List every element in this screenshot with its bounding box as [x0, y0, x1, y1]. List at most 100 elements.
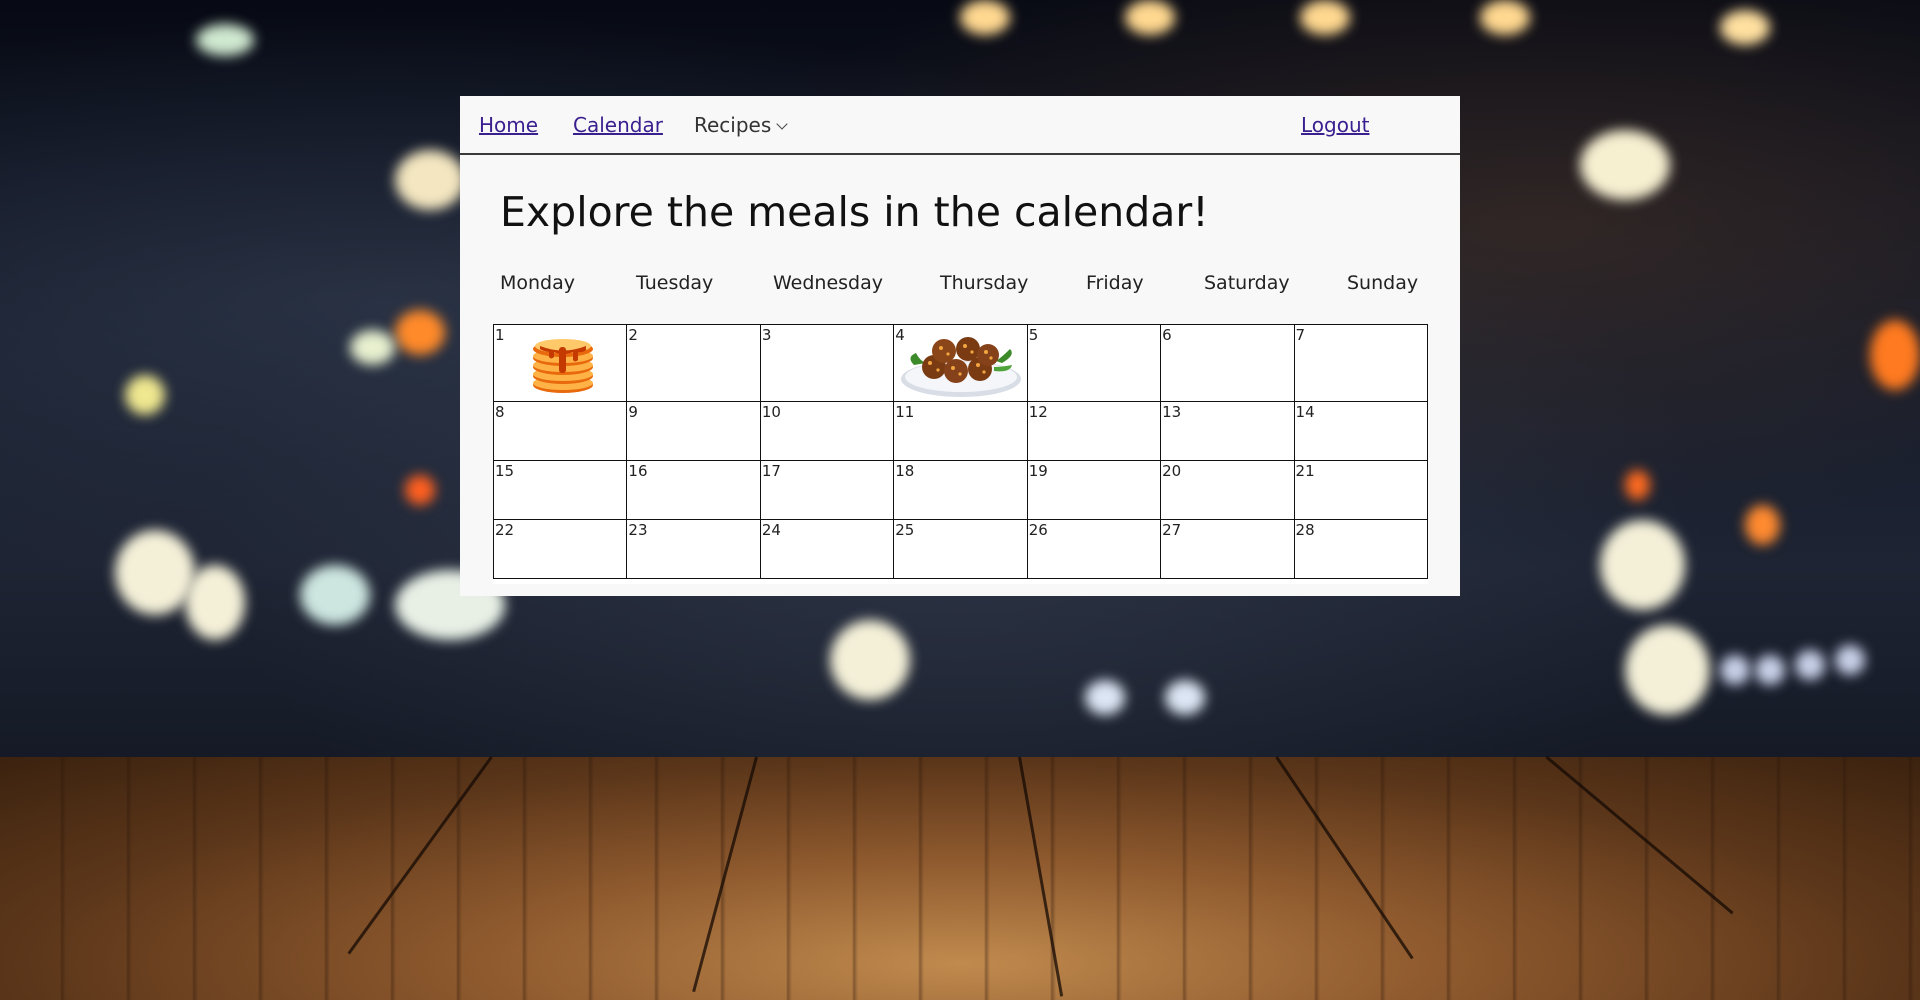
calendar-day-cell[interactable]: 16 — [626, 460, 761, 520]
calendar-day-cell[interactable]: 1 — [492, 324, 628, 402]
bokeh-light — [1625, 625, 1710, 715]
calendar-day-cell[interactable]: 3 — [759, 324, 895, 402]
bokeh-light — [830, 620, 910, 700]
bokeh-light — [1745, 505, 1780, 545]
day-number: 27 — [1162, 521, 1182, 539]
day-number: 26 — [1028, 521, 1048, 539]
calendar-day-cell[interactable]: 13 — [1160, 401, 1295, 461]
weekday-label: Thursday — [940, 272, 1029, 294]
day-number: 15 — [495, 462, 515, 480]
calendar-day-cell[interactable]: 21 — [1293, 460, 1429, 520]
bokeh-light — [1720, 655, 1750, 685]
calendar-day-cell[interactable]: 4 — [893, 324, 1028, 402]
calendar-day-cell[interactable]: 23 — [626, 519, 761, 579]
calendar-day-cell[interactable]: 18 — [893, 460, 1028, 520]
bokeh-light — [196, 24, 254, 56]
bokeh-light — [1580, 130, 1670, 200]
calendar-week-row: 1 2 3 4 5 6 7 — [492, 324, 1429, 402]
bokeh-light — [1480, 0, 1530, 35]
bokeh-light — [405, 475, 435, 505]
page-title: Explore the meals in the calendar! — [500, 188, 1209, 236]
weekday-label: Sunday — [1347, 272, 1419, 294]
day-number: 21 — [1295, 462, 1315, 480]
calendar-week-row: 15 16 17 18 19 20 21 — [492, 460, 1429, 520]
bokeh-light — [395, 150, 465, 210]
day-number: 3 — [761, 326, 772, 344]
nav-calendar-link[interactable]: Calendar — [573, 113, 663, 137]
bokeh-light — [350, 330, 395, 365]
bokeh-light — [1835, 645, 1865, 675]
calendar-week-row: 8 9 10 11 12 13 14 — [492, 401, 1429, 461]
nav-recipes-dropdown[interactable]: Recipes — [694, 113, 788, 137]
calendar-day-cell[interactable]: 11 — [893, 401, 1028, 461]
nav-recipes-label: Recipes — [694, 113, 772, 137]
bokeh-light — [1085, 680, 1125, 715]
day-number: 14 — [1295, 403, 1315, 421]
calendar-day-cell[interactable]: 20 — [1160, 460, 1295, 520]
day-number: 16 — [628, 462, 648, 480]
main-panel: Home Calendar Recipes Logout Explore the… — [460, 96, 1460, 596]
day-number: 25 — [895, 521, 915, 539]
day-number: 12 — [1028, 403, 1048, 421]
chevron-down-icon — [776, 118, 788, 130]
bokeh-light — [1125, 0, 1175, 35]
calendar-day-cell[interactable]: 9 — [626, 401, 761, 461]
day-number: 17 — [761, 462, 781, 480]
day-number: 9 — [628, 403, 638, 421]
wooden-table — [0, 757, 1920, 1000]
calendar-table: 1 2 3 4 5 6 7 8 9 10 11 12 13 14 15 16 1… — [492, 324, 1429, 579]
calendar-day-cell[interactable]: 14 — [1293, 401, 1429, 461]
day-number: 13 — [1162, 403, 1182, 421]
calendar-day-cell[interactable]: 2 — [626, 324, 761, 402]
weekday-label: Monday — [500, 272, 576, 294]
nav-logout-link[interactable]: Logout — [1301, 113, 1369, 137]
nav-home-link[interactable]: Home — [479, 113, 538, 137]
day-number: 1 — [495, 326, 505, 344]
bokeh-light — [1720, 10, 1770, 45]
weekday-label: Saturday — [1204, 272, 1290, 294]
bokeh-light — [1165, 680, 1205, 715]
calendar-day-cell[interactable]: 26 — [1026, 519, 1162, 579]
calendar-day-cell[interactable]: 7 — [1293, 324, 1429, 402]
bokeh-light — [115, 530, 195, 615]
weekday-label: Wednesday — [773, 272, 884, 294]
weekday-label: Friday — [1086, 272, 1144, 294]
bokeh-light — [1755, 655, 1785, 685]
calendar-day-cell[interactable]: 15 — [492, 460, 628, 520]
calendar-week-row: 22 23 24 25 26 27 28 — [492, 519, 1429, 579]
day-number: 24 — [761, 521, 781, 539]
calendar-day-cell[interactable]: 28 — [1293, 519, 1429, 579]
calendar-day-cell[interactable]: 25 — [893, 519, 1028, 579]
calendar-day-cell[interactable]: 24 — [759, 519, 895, 579]
calendar-day-cell[interactable]: 17 — [759, 460, 895, 520]
calendar-day-cell[interactable]: 22 — [492, 519, 628, 579]
day-number: 23 — [628, 521, 648, 539]
bokeh-light — [125, 375, 165, 415]
calendar-day-cell[interactable]: 6 — [1160, 324, 1295, 402]
calendar-day-cell[interactable]: 27 — [1160, 519, 1295, 579]
weekday-header: Monday Tuesday Wednesday Thursday Friday… — [460, 272, 1460, 302]
day-number: 28 — [1295, 521, 1315, 539]
bokeh-light — [300, 565, 370, 625]
bokeh-light — [1870, 320, 1920, 390]
calendar-day-cell[interactable]: 19 — [1026, 460, 1162, 520]
day-number: 7 — [1295, 326, 1306, 344]
meatball-plate-icon[interactable] — [898, 327, 1024, 401]
day-number: 11 — [895, 403, 915, 421]
calendar-day-cell[interactable]: 12 — [1026, 401, 1162, 461]
calendar-day-cell[interactable]: 10 — [759, 401, 895, 461]
pancake-stack-icon[interactable] — [530, 333, 596, 395]
bokeh-light — [960, 0, 1010, 35]
calendar-day-cell[interactable]: 8 — [492, 401, 628, 461]
bokeh-light — [185, 565, 245, 640]
day-number: 19 — [1028, 462, 1048, 480]
bokeh-light — [1795, 650, 1825, 680]
day-number: 6 — [1162, 326, 1172, 344]
calendar-day-cell[interactable]: 5 — [1026, 324, 1162, 402]
calendar-grid: 1 2 3 4 5 6 7 8 9 10 11 12 13 14 15 16 1… — [492, 324, 1429, 584]
day-number: 8 — [495, 403, 505, 421]
day-number: 5 — [1028, 326, 1039, 344]
bokeh-light — [395, 310, 445, 355]
day-number: 20 — [1162, 462, 1182, 480]
weekday-label: Tuesday — [636, 272, 714, 294]
